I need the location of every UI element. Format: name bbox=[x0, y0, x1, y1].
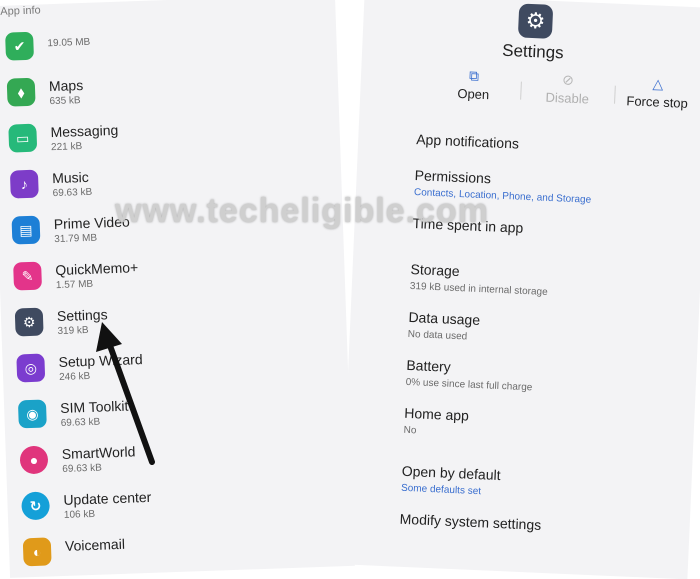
pointer-arrow-icon bbox=[96, 322, 155, 465]
